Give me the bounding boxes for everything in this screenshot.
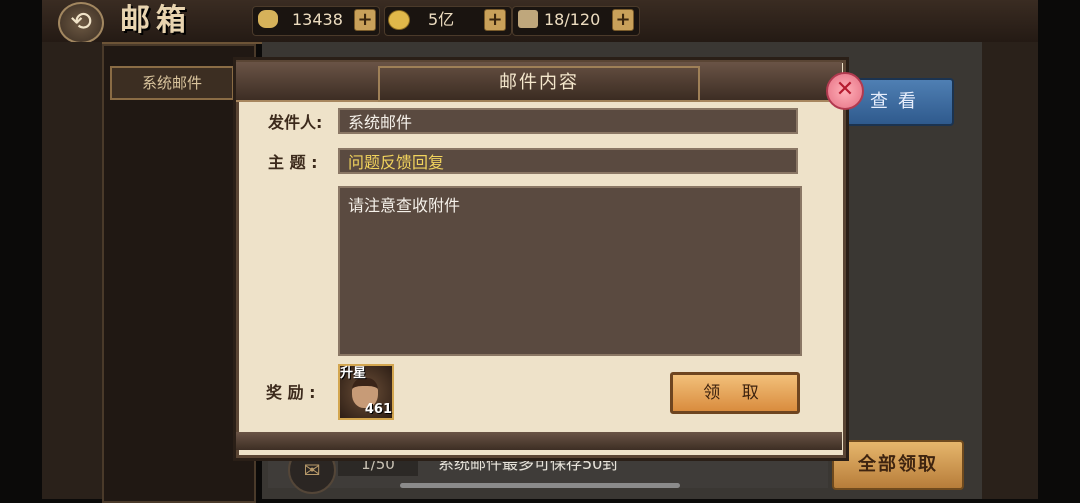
sender-field: 系统邮件 <box>338 108 798 134</box>
right-frame <box>982 42 1038 499</box>
ingot-value: 13438 <box>292 10 343 29</box>
home-indicator <box>400 483 680 488</box>
add-stamina-button[interactable]: + <box>612 9 634 31</box>
stamina-icon <box>518 10 538 28</box>
back-button[interactable]: ⟲ <box>58 2 104 44</box>
coin-value: 5亿 <box>428 10 455 29</box>
close-button[interactable]: ✕ <box>826 72 864 110</box>
subject-label: 主 题 : <box>268 153 318 172</box>
tab-system-mail[interactable]: 系统邮件 <box>110 66 234 100</box>
reward-count: 461 <box>364 402 392 417</box>
page-title: 邮箱 <box>120 3 192 38</box>
claim-button[interactable]: 领 取 <box>670 372 800 414</box>
stamina-value: 18/120 <box>544 10 601 29</box>
coin-icon <box>388 10 410 30</box>
mail-body: 请注意查收附件 <box>338 186 802 356</box>
collect-all-button[interactable]: 全部领取 <box>832 440 964 490</box>
dialog-footer <box>236 432 842 450</box>
reward-label: 奖 励 : <box>266 383 316 402</box>
back-arrow-icon: ⟲ <box>70 7 92 37</box>
mail-category-list <box>102 44 256 503</box>
sender-label: 发件人: <box>268 113 323 132</box>
left-frame <box>42 42 102 499</box>
reward-badge: 升星 <box>340 366 367 381</box>
add-ingot-button[interactable]: + <box>354 9 376 31</box>
close-icon: ✕ <box>835 77 855 102</box>
ingot-icon <box>258 10 278 28</box>
add-coin-button[interactable]: + <box>484 9 506 31</box>
subject-field: 问题反馈回复 <box>338 148 798 174</box>
dialog-title: 邮件内容 <box>499 72 579 93</box>
